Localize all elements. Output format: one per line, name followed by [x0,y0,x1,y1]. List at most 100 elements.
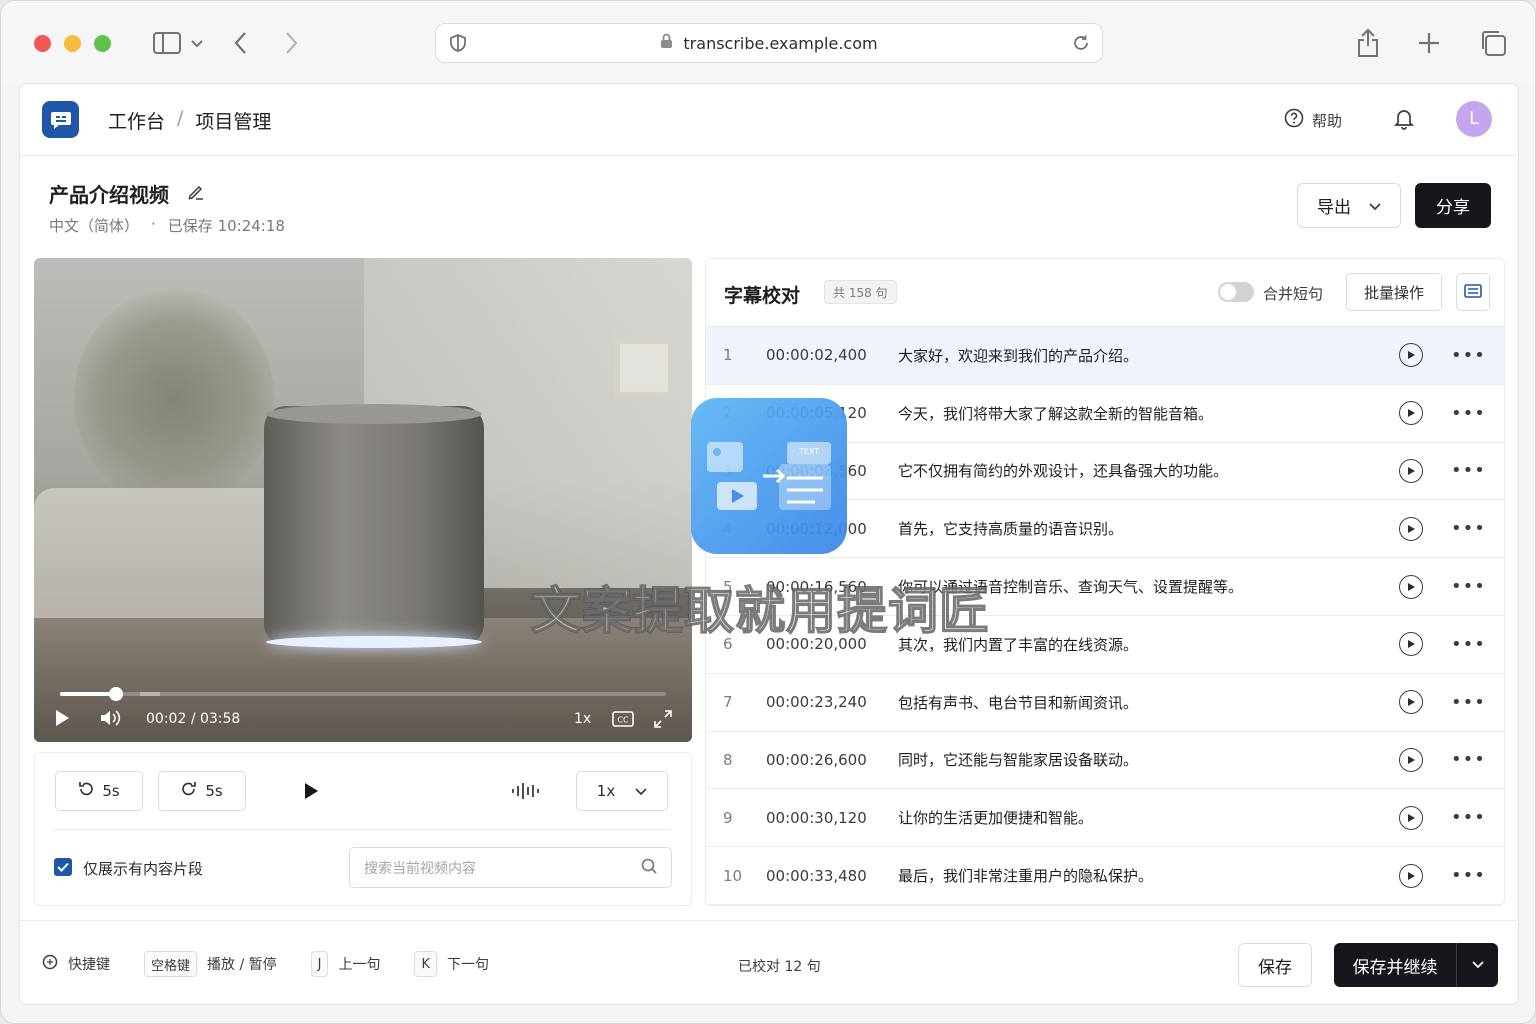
avatar[interactable]: L [1456,101,1492,137]
play-circle-icon[interactable] [1399,805,1423,830]
breadcrumb-workbench[interactable]: 工作台 [108,107,165,134]
play-icon[interactable] [54,709,70,731]
footer-bar: 快捷键 空格键 播放 / 暂停 J 上一句 K 下一句 已校对 12 句 保存 … [20,920,1518,1004]
rewind-5s-button[interactable]: 5s [55,771,143,811]
video-rate[interactable]: 1x [574,711,591,727]
content-filter-checkbox[interactable] [54,858,72,876]
subtitle-row[interactable]: 10 00:00:33,480 最后，我们非常注重用户的隐私保护。 ••• [706,847,1504,905]
address-bar[interactable]: transcribe.example.com [435,23,1103,63]
play-circle-icon[interactable] [1399,863,1423,888]
more-icon[interactable]: ••• [1451,692,1486,713]
more-icon[interactable]: ••• [1451,518,1486,539]
search-icon[interactable] [641,858,657,878]
play-circle-icon[interactable] [1399,574,1423,599]
svg-text:CC: CC [617,716,629,725]
volume-icon[interactable] [100,709,122,731]
breadcrumb-project-management[interactable]: 项目管理 [195,107,271,134]
merge-short-toggle[interactable] [1218,282,1254,302]
save-button[interactable]: 保存 [1238,943,1312,987]
tab-overview-icon[interactable] [1479,29,1507,57]
chevron-down-icon[interactable] [1457,961,1498,969]
reload-icon[interactable] [1072,34,1090,56]
row-timestamp[interactable]: 00:00:26,600 [766,751,867,769]
toggle-knob [1220,284,1236,300]
help-button[interactable]: 帮助 [1284,108,1342,132]
play-circle-icon[interactable] [1399,458,1423,483]
video-progress-knob[interactable] [109,687,123,701]
video-player[interactable]: 00:02 / 03:58 1x CC [34,258,692,742]
view-mode-button[interactable] [1456,273,1490,311]
new-tab-icon[interactable] [1417,31,1441,55]
video-scene-speaker-light [266,636,482,648]
subtitle-row[interactable]: 7 00:00:23,240 包括有声书、电台节目和新闻资讯。 ••• [706,674,1504,732]
batch-operations-button[interactable]: 批量操作 [1346,273,1442,311]
fullscreen-icon[interactable] [654,710,672,732]
top-nav: 工作台 / 项目管理 帮助 L [20,84,1518,156]
back-icon[interactable] [233,31,249,55]
project-title-row: 产品介绍视频 [49,179,205,208]
minimize-window-button[interactable] [64,35,81,52]
row-text[interactable]: 包括有声书、电台节目和新闻资讯。 [898,692,1138,713]
more-icon[interactable]: ••• [1451,345,1486,366]
close-window-button[interactable] [34,35,51,52]
playback-rate-value: 1x [596,782,616,800]
search-placeholder: 搜索当前视频内容 [364,860,476,877]
row-text[interactable]: 大家好，欢迎来到我们的产品介绍。 [898,345,1138,366]
chevron-down-icon [1369,196,1381,216]
player-panel: 5s 5s 1x 仅展示有内容片段 搜索当前视频内容 [34,752,692,906]
waveform-icon[interactable] [511,781,541,805]
sidebar-toggle-icon[interactable] [153,31,203,55]
panel-divider [53,829,671,830]
play-circle-icon[interactable] [1399,343,1423,368]
row-text[interactable]: 同时，它还能与智能家居设备联动。 [898,749,1138,770]
captions-icon[interactable]: CC [612,711,634,731]
row-text[interactable]: 它不仅拥有简约的外观设计，还具备强大的功能。 [898,460,1228,481]
play-circle-icon[interactable] [1399,401,1423,426]
more-icon[interactable]: ••• [1451,403,1486,424]
more-icon[interactable]: ••• [1451,749,1486,770]
more-icon[interactable]: ••• [1451,460,1486,481]
content-filter-label[interactable]: 仅展示有内容片段 [83,858,203,879]
k-key: K [414,951,438,977]
forward-5s-button[interactable]: 5s [158,771,246,811]
app-logo[interactable] [42,101,79,138]
subtitle-row[interactable]: 9 00:00:30,120 让你的生活更加便捷和智能。 ••• [706,789,1504,848]
play-button-icon[interactable] [303,782,319,804]
project-language: 中文（简体） [49,217,140,235]
play-circle-icon[interactable] [1399,747,1423,772]
breadcrumb-separator: / [177,107,184,129]
row-timestamp[interactable]: 00:00:23,240 [766,693,867,711]
share-button[interactable]: 分享 [1415,183,1491,228]
zoom-window-button[interactable] [94,35,111,52]
video-scene-speaker-top [266,404,482,424]
save-continue-label[interactable]: 保存并继续 [1334,953,1456,978]
row-timestamp[interactable]: 00:00:30,120 [766,809,867,827]
row-text[interactable]: 最后，我们非常注重用户的隐私保护。 [898,865,1153,886]
row-timestamp[interactable]: 00:00:33,480 [766,867,867,885]
more-icon[interactable]: ••• [1451,634,1486,655]
row-timestamp[interactable]: 00:00:02,400 [766,346,867,364]
subtitle-row[interactable]: 1 00:00:02,400 大家好，欢迎来到我们的产品介绍。 ••• [706,327,1504,385]
share-icon[interactable] [1356,28,1380,58]
more-icon[interactable]: ••• [1451,576,1486,597]
subtitle-row[interactable]: 8 00:00:26,600 同时，它还能与智能家居设备联动。 ••• [706,732,1504,790]
playback-rate-select[interactable]: 1x [576,771,668,811]
more-icon[interactable]: ••• [1451,865,1486,886]
row-text[interactable]: 首先，它支持高质量的语音识别。 [898,518,1123,539]
export-button[interactable]: 导出 [1297,183,1401,228]
video-progress-bar[interactable] [60,687,666,701]
play-circle-icon[interactable] [1399,516,1423,541]
video-search-input[interactable]: 搜索当前视频内容 [349,847,672,888]
rewind-label: 5s [102,782,120,800]
edit-icon[interactable] [187,182,205,206]
forward-icon[interactable] [283,31,299,55]
save-continue-button[interactable]: 保存并继续 [1334,943,1498,987]
play-circle-icon[interactable] [1399,690,1423,715]
video-buffer [140,692,160,696]
play-circle-icon[interactable] [1399,632,1423,657]
bell-icon[interactable] [1393,108,1415,134]
row-text[interactable]: 让你的生活更加便捷和智能。 [898,807,1093,828]
more-icon[interactable]: ••• [1451,807,1486,828]
row-text[interactable]: 今天，我们将带大家了解这款全新的智能音箱。 [898,403,1213,424]
video-controls: 00:02 / 03:58 1x CC [34,682,692,742]
